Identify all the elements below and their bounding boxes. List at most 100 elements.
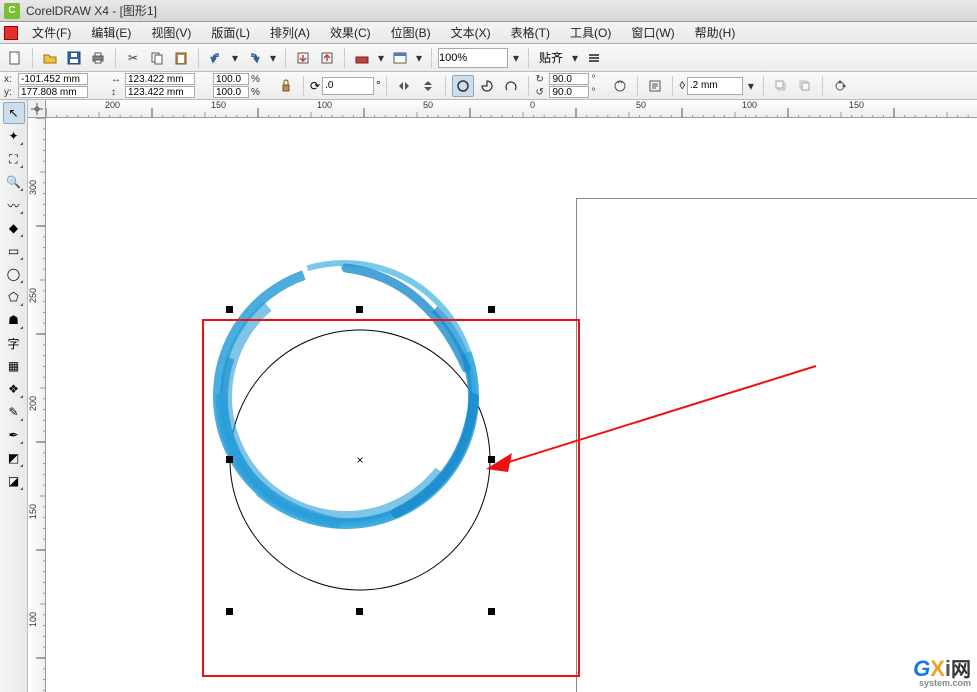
wrap-paragraph-button[interactable]	[644, 75, 666, 97]
drawing-canvas[interactable]: ×	[46, 118, 977, 692]
rectangle-tool[interactable]: ▭	[3, 240, 25, 262]
outline-width-dropdown[interactable]: ▾	[745, 75, 757, 97]
ellipse-full-button[interactable]	[452, 75, 474, 97]
page-outline	[576, 198, 977, 692]
menu-item[interactable]: 帮助(H)	[685, 22, 746, 43]
smart-fill-tool[interactable]: ◆	[3, 217, 25, 239]
title-bar: C CorelDRAW X4 - [图形1]	[0, 0, 977, 22]
interactive-blend-tool[interactable]: ❖	[3, 378, 25, 400]
shape-tool[interactable]: ✦	[3, 125, 25, 147]
zoom-dropdown[interactable]: ▾	[510, 47, 522, 69]
y-position-input[interactable]	[18, 86, 88, 98]
menu-item[interactable]: 窗口(W)	[621, 22, 684, 43]
selection-center-marker[interactable]: ×	[356, 453, 363, 467]
import-button[interactable]	[292, 47, 314, 69]
selection-handle-e[interactable]	[488, 456, 495, 463]
polygon-tool[interactable]: ⬠	[3, 286, 25, 308]
redo-button[interactable]	[243, 47, 265, 69]
copy-button[interactable]	[146, 47, 168, 69]
welcome-dropdown[interactable]: ▾	[413, 47, 425, 69]
horizontal-ruler[interactable]: 20015010050050100150	[46, 100, 977, 118]
welcome-button[interactable]	[389, 47, 411, 69]
freehand-tool[interactable]: 〰	[3, 194, 25, 216]
menu-item[interactable]: 视图(V)	[141, 22, 201, 43]
table-tool[interactable]: ▦	[3, 355, 25, 377]
save-button[interactable]	[63, 47, 85, 69]
app-logo-icon: C	[4, 3, 20, 19]
interactive-fill-tool[interactable]: ◪	[3, 470, 25, 492]
end-angle-input[interactable]	[549, 86, 589, 98]
menu-item[interactable]: 效果(C)	[320, 22, 381, 43]
new-button[interactable]	[4, 47, 26, 69]
crop-tool[interactable]: ⛶	[3, 148, 25, 170]
deg-label: °	[376, 80, 380, 92]
snap-label: 贴齐	[535, 49, 567, 66]
to-back-button[interactable]	[794, 75, 816, 97]
selection-handle-w[interactable]	[226, 456, 233, 463]
export-button[interactable]	[316, 47, 338, 69]
menu-item[interactable]: 文本(X)	[441, 22, 501, 43]
selection-handle-ne[interactable]	[488, 306, 495, 313]
x-label: x:	[4, 74, 16, 85]
ruler-origin[interactable]	[28, 100, 46, 118]
mirror-v-button[interactable]	[417, 75, 439, 97]
fill-tool[interactable]: ◩	[3, 447, 25, 469]
swap-direction-button[interactable]	[609, 75, 631, 97]
toolbox: ↖✦⛶🔍〰◆▭◯⬠☗字▦❖✎✒◩◪	[0, 100, 28, 692]
snap-dropdown[interactable]: ▾	[569, 47, 581, 69]
x-position-input[interactable]	[18, 73, 88, 85]
options-button[interactable]	[583, 47, 605, 69]
redo-dropdown[interactable]: ▾	[267, 47, 279, 69]
menu-item[interactable]: 表格(T)	[501, 22, 560, 43]
pick-tool[interactable]: ↖	[3, 102, 25, 124]
undo-button[interactable]	[205, 47, 227, 69]
rotation-input[interactable]	[322, 77, 374, 95]
paste-button[interactable]	[170, 47, 192, 69]
lock-ratio-button[interactable]	[275, 75, 297, 97]
standard-toolbar: ✂ ▾ ▾ ▾ ▾ ▾ 贴齐 ▾	[0, 44, 977, 72]
start-angle-input[interactable]	[549, 73, 589, 85]
text-tool[interactable]: 字	[3, 332, 25, 354]
menu-item[interactable]: 排列(A)	[260, 22, 320, 43]
selection-handle-nw[interactable]	[226, 306, 233, 313]
width-input[interactable]	[125, 73, 195, 85]
convert-curves-button[interactable]	[829, 75, 851, 97]
height-input[interactable]	[125, 86, 195, 98]
selection-handle-sw[interactable]	[226, 608, 233, 615]
scale-y-input[interactable]	[213, 86, 249, 98]
undo-dropdown[interactable]: ▾	[229, 47, 241, 69]
cut-button[interactable]: ✂	[122, 47, 144, 69]
svg-text:100: 100	[317, 100, 332, 110]
to-front-button[interactable]	[770, 75, 792, 97]
pie-button[interactable]	[476, 75, 498, 97]
eyedropper-tool[interactable]: ✎	[3, 401, 25, 423]
selection-handle-n[interactable]	[356, 306, 363, 313]
menu-item[interactable]: 文件(F)	[22, 22, 81, 43]
vertical-ruler[interactable]: 300250200150100	[28, 118, 46, 692]
selection-handle-s[interactable]	[356, 608, 363, 615]
zoom-tool[interactable]: 🔍	[3, 171, 25, 193]
open-button[interactable]	[39, 47, 61, 69]
app-launcher-dropdown[interactable]: ▾	[375, 47, 387, 69]
selection-handle-se[interactable]	[488, 608, 495, 615]
scale-x-input[interactable]	[213, 73, 249, 85]
deg-b: °	[591, 87, 603, 98]
wm-sub: system.com	[913, 678, 971, 688]
print-button[interactable]	[87, 47, 109, 69]
zoom-level-select[interactable]	[438, 48, 508, 68]
arc-button[interactable]	[500, 75, 522, 97]
basic-shapes-tool[interactable]: ☗	[3, 309, 25, 331]
menu-item[interactable]: 版面(L)	[201, 22, 260, 43]
rotation-icon: ⟳	[310, 79, 320, 93]
outline-tool[interactable]: ✒	[3, 424, 25, 446]
mirror-h-button[interactable]	[393, 75, 415, 97]
svg-text:150: 150	[211, 100, 226, 110]
ellipse-tool[interactable]: ◯	[3, 263, 25, 285]
blue-brush-circle[interactable]	[213, 263, 475, 525]
svg-text:150: 150	[849, 100, 864, 110]
menu-item[interactable]: 编辑(E)	[81, 22, 141, 43]
menu-item[interactable]: 位图(B)	[381, 22, 441, 43]
app-launcher-button[interactable]	[351, 47, 373, 69]
menu-item[interactable]: 工具(O)	[560, 22, 621, 43]
outline-width-input[interactable]	[687, 77, 743, 95]
